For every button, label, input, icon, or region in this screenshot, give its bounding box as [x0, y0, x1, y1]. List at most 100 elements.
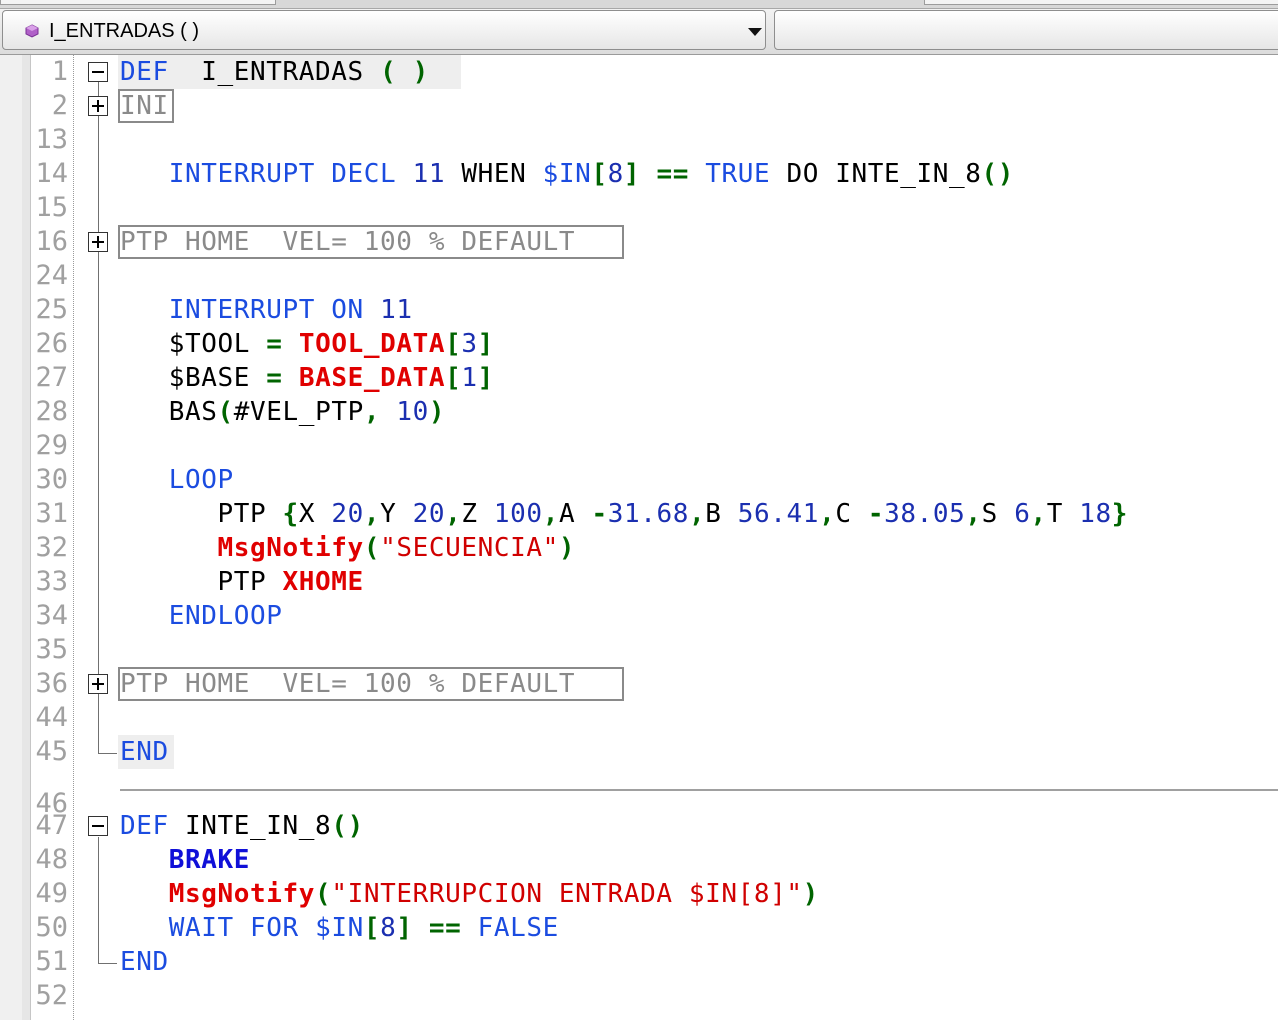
code-line[interactable]: END: [120, 735, 169, 769]
code-token: ( ): [380, 57, 429, 87]
code-token: ): [428, 397, 446, 427]
line-number: 47: [35, 810, 68, 841]
code-token: ]: [477, 363, 494, 393]
code-line[interactable]: INTERRUPT ON 11: [120, 293, 413, 327]
code-token: {: [282, 499, 299, 529]
code-line[interactable]: $TOOL = TOOL_DATA[3]: [120, 327, 494, 361]
gutter-separator: [73, 55, 74, 1020]
line-number: 31: [35, 498, 68, 529]
code-line[interactable]: WAIT FOR $IN[8] == FALSE: [120, 911, 559, 945]
code-token: TRUE: [705, 159, 771, 189]
code-line[interactable]: PTP HOME VEL= 100 % DEFAULT: [120, 667, 575, 701]
code-line[interactable]: PTP {X 20,Y 20,Z 100,A -31.68,B 56.41,C …: [120, 497, 1128, 531]
fold-expand-icon[interactable]: [88, 232, 108, 252]
code-token: PTP: [120, 499, 283, 529]
code-token: ,: [363, 499, 381, 529]
code-token: Z: [461, 499, 494, 529]
fold-collapse-icon[interactable]: [88, 816, 108, 836]
code-token: 31.68: [607, 499, 690, 529]
fold-guide-end: [98, 951, 117, 964]
code-token: 38.05: [884, 499, 966, 529]
code-token: [: [363, 913, 381, 943]
code-token: INTERRUPT DECL: [168, 159, 397, 189]
line-number: 35: [35, 634, 68, 665]
code-token: }: [1111, 499, 1129, 529]
code-token: WHEN: [445, 159, 543, 189]
code-token: =: [266, 329, 283, 359]
code-token: ==: [428, 913, 462, 943]
editor-header-bar: I_ENTRADAS ( ): [0, 9, 1278, 55]
line-number: 25: [35, 294, 68, 325]
fold-collapse-icon[interactable]: [88, 62, 108, 82]
code-line[interactable]: PTP XHOME: [120, 565, 364, 599]
code-token: INI: [120, 91, 169, 121]
code-line[interactable]: BRAKE: [120, 843, 250, 877]
line-number: 16: [35, 226, 68, 257]
code-line[interactable]: BAS(#VEL_PTP, 10): [120, 395, 445, 429]
code-line[interactable]: $BASE = BASE_DATA[1]: [120, 361, 494, 395]
fold-expand-icon[interactable]: [88, 96, 108, 116]
code-token: 6: [1014, 499, 1031, 529]
code-token: [: [445, 329, 462, 359]
code-token: C: [835, 499, 868, 529]
code-token: S: [981, 499, 1015, 529]
function-select[interactable]: I_ENTRADAS ( ): [2, 10, 766, 50]
code-line[interactable]: INI: [120, 89, 169, 123]
line-number: 34: [35, 600, 68, 631]
code-line[interactable]: DEF I_ENTRADAS ( ): [120, 55, 429, 89]
code-token: #VEL_PTP: [233, 397, 364, 427]
secondary-select[interactable]: [774, 10, 1278, 50]
code-line[interactable]: PTP HOME VEL= 100 % DEFAULT: [120, 225, 575, 259]
line-number: 45: [35, 736, 68, 767]
line-number: 1: [51, 56, 68, 87]
code-line[interactable]: DEF INTE_IN_8(): [120, 809, 364, 843]
code-token: ==: [656, 159, 689, 189]
code-token: "SECUENCIA": [380, 533, 559, 563]
code-token: A: [558, 499, 592, 529]
code-token: 11: [380, 295, 413, 325]
tab-fragment[interactable]: [924, 0, 1278, 5]
line-number: 49: [35, 878, 68, 909]
code-editor[interactable]: DEF I_ENTRADAS ( ) INI INTERRUPT DECL 11 …: [0, 55, 1278, 1020]
code-token: 56.41: [737, 499, 820, 529]
code-token: ,: [1030, 499, 1047, 529]
code-line[interactable]: INTERRUPT DECL 11 WHEN $IN[8] == TRUE DO…: [120, 157, 1014, 191]
code-token: ]: [477, 329, 494, 359]
code-token: END: [120, 737, 169, 767]
code-token: -: [591, 499, 608, 529]
code-token: "INTERRUPCION ENTRADA $IN[8]": [331, 879, 803, 909]
code-token: BRAKE: [168, 845, 251, 875]
code-line[interactable]: END: [120, 945, 169, 979]
fold-guide-end: [98, 741, 117, 754]
code-token: ENDLOOP: [168, 601, 283, 631]
code-token: INTERRUPT ON: [168, 295, 364, 325]
chevron-down-icon[interactable]: [748, 28, 762, 36]
code-line[interactable]: LOOP: [120, 463, 234, 497]
code-token: 8: [380, 913, 397, 943]
line-number: 44: [35, 702, 68, 733]
code-line[interactable]: MsgNotify("INTERRUPCION ENTRADA $IN[8]"): [120, 877, 819, 911]
line-number: 51: [35, 946, 68, 977]
code-token: ,: [445, 499, 462, 529]
code-line[interactable]: MsgNotify("SECUENCIA"): [120, 531, 575, 565]
code-token: X: [298, 499, 332, 529]
code-token: I_ENTRADAS: [168, 57, 381, 87]
fold-guide-line: [98, 837, 99, 951]
fold-expand-icon[interactable]: [88, 674, 108, 694]
code-token: ]: [396, 913, 413, 943]
code-line[interactable]: ENDLOOP: [120, 599, 283, 633]
tab-fragment[interactable]: [0, 0, 276, 5]
code-token: (: [315, 879, 332, 909]
code-token: 3: [461, 329, 478, 359]
code-token: TOOL_DATA: [298, 329, 446, 359]
